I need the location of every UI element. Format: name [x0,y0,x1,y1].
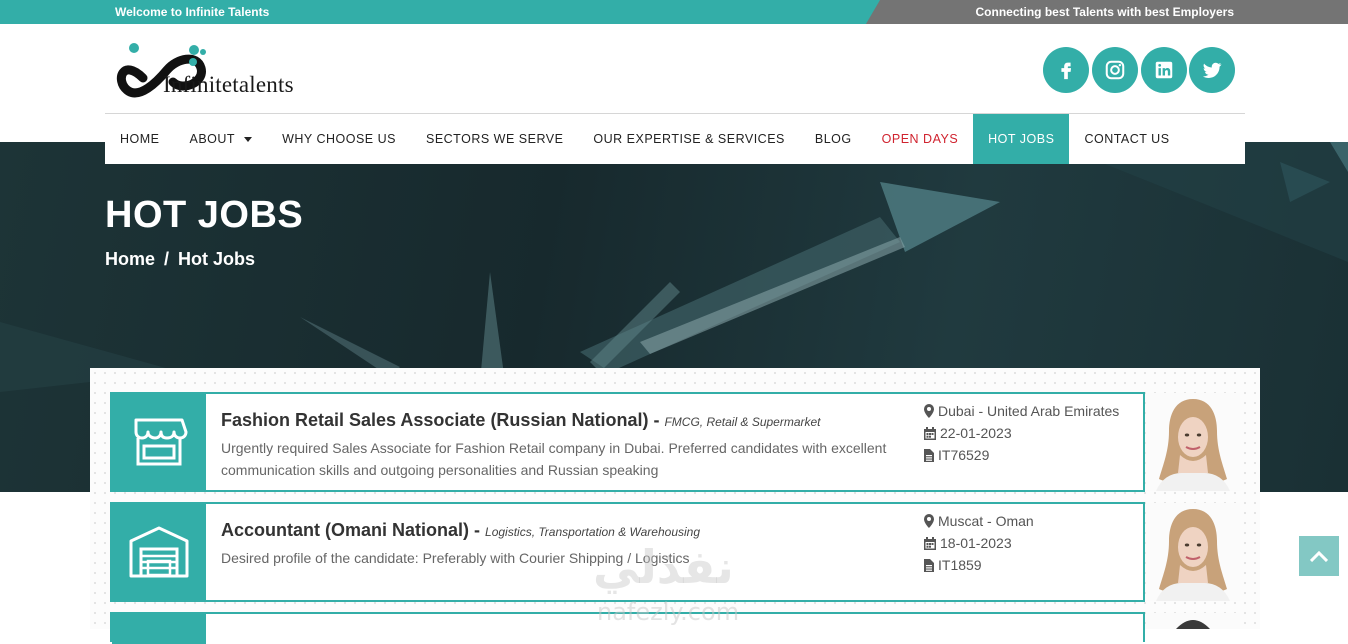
top-bar: Welcome to Infinite Talents Connecting b… [0,0,1348,24]
file-icon [924,448,934,462]
twitter-icon[interactable] [1189,47,1235,93]
job-icon-tile [112,504,206,600]
job-meta: Muscat - Oman 18-01-2023 IT1859 [924,510,1034,576]
job-description: Desired profile of the candidate: Prefer… [221,550,690,566]
main-nav: HOME ABOUT WHY CHOOSE US SECTORS WE SERV… [105,114,1245,164]
warehouse-icon [129,526,189,578]
brand-name: Infinitetalents [163,72,294,97]
nav-about-label: ABOUT [189,132,236,146]
nav-sectors[interactable]: SECTORS WE SERVE [411,114,578,164]
page-title: HOT JOBS [105,194,304,236]
store-icon [134,418,188,466]
map-marker-icon [924,514,934,528]
job-icon-tile [112,614,206,644]
back-to-top-button[interactable] [1299,536,1339,576]
nav-hot-jobs[interactable]: HOT JOBS [973,114,1070,164]
breadcrumb-current: Hot Jobs [178,249,256,269]
nav-home[interactable]: HOME [105,114,175,164]
avatar [1146,393,1240,491]
job-date: 18-01-2023 [940,535,1012,551]
file-icon [924,558,934,572]
job-title[interactable]: Accountant (Omani National) - Logistics,… [221,520,700,541]
watermark-arabic: نفذلي [593,540,734,594]
avatar [1146,613,1240,629]
calendar-icon [924,536,936,550]
job-category: FMCG, Retail & Supermarket [664,415,821,429]
linkedin-icon[interactable] [1141,47,1187,93]
avatar [1146,503,1240,601]
job-icon-tile [112,394,206,490]
breadcrumb: Home / Hot Jobs [105,249,255,270]
breadcrumb-separator: / [164,249,170,269]
breadcrumb-home[interactable]: Home [105,249,155,270]
job-location: Dubai - United Arab Emirates [938,403,1120,419]
job-reference: IT76529 [938,447,990,463]
job-meta: Dubai - United Arab Emirates 22-01-2023 … [924,400,1119,466]
instagram-icon[interactable] [1092,47,1138,93]
job-title-text: Fashion Retail Sales Associate (Russian … [221,410,649,430]
nav-why-choose-us[interactable]: WHY CHOOSE US [267,114,411,164]
nav-blog[interactable]: BLOG [800,114,867,164]
facebook-icon[interactable] [1043,47,1089,93]
title-dash: - [648,410,665,430]
job-reference: IT1859 [938,557,982,573]
job-category: Logistics, Transportation & Warehousing [485,525,701,539]
job-description: Urgently required Sales Associate for Fa… [221,440,887,478]
title-dash: - [469,520,486,540]
chevron-down-icon [244,136,253,142]
job-card[interactable]: Fashion Retail Sales Associate (Russian … [110,392,1145,492]
job-location: Muscat - Oman [938,513,1034,529]
chevron-up-icon [1310,550,1328,562]
nav-contact[interactable]: CONTACT US [1069,114,1184,164]
job-title-text: Accountant (Omani National) [221,520,470,540]
nav-about[interactable]: ABOUT [175,114,268,164]
watermark-latin: nafezly.com [597,598,740,626]
welcome-text: Welcome to Infinite Talents [115,5,270,19]
nav-open-days[interactable]: OPEN DAYS [867,114,974,164]
map-marker-icon [924,404,934,418]
tagline-text: Connecting best Talents with best Employ… [975,5,1235,19]
job-title[interactable]: Fashion Retail Sales Associate (Russian … [221,410,821,431]
job-date: 22-01-2023 [940,425,1012,441]
nav-expertise[interactable]: OUR EXPERTISE & SERVICES [578,114,799,164]
calendar-icon [924,426,936,440]
